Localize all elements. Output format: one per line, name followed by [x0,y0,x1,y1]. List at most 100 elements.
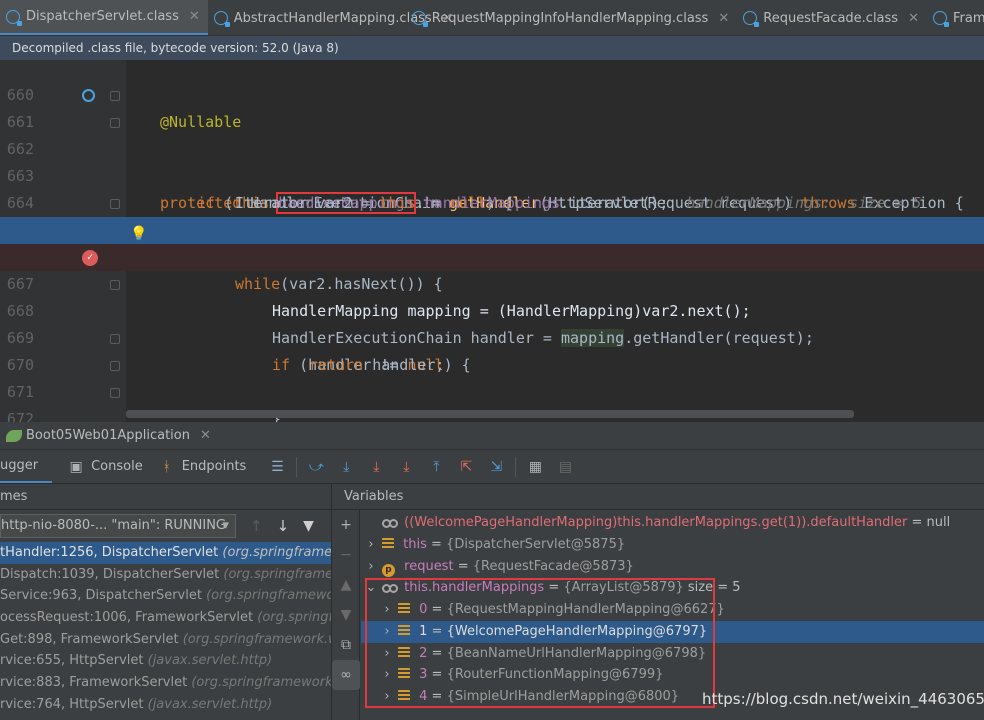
collapse-arrow-icon[interactable]: ⌄ [364,577,378,599]
move-up-icon[interactable]: ▲ [332,570,360,600]
thread-row: http-nio-8080-... "main": RUNNING ↑ ↓ ▼ [0,510,331,542]
fold-icon[interactable] [110,118,120,128]
code-line-662[interactable]: 662 if (this.handlerMappings != null) { [0,109,984,214]
tab-framework-servlet[interactable]: FrameworkS [927,0,984,35]
variable-value: {RequestMappingHandlerMapping@6627} [446,602,725,617]
move-down-icon[interactable]: ▼ [332,600,360,630]
frames-title: mes [0,484,331,510]
thread-selector[interactable]: http-nio-8080-... "main": RUNNING [0,514,236,538]
layout-menu-icon[interactable]: ☰ [269,459,285,475]
variables-panel: Variables + − ▲ ▼ ⧉ ∞ ((WelcomePageHandl… [332,484,984,720]
trace-icon[interactable]: ▤ [557,459,573,475]
filter-icon[interactable]: ▼ [303,518,314,534]
field-icon [398,603,410,615]
stack-frame[interactable]: Get:898, FrameworkServlet (org.springfra… [0,629,331,651]
implements-gutter-icon[interactable] [82,89,95,102]
code-line-667-breakpoint[interactable]: 667 ✓ HandlerExecutionChain handler = ma… [0,244,984,347]
run-to-cursor-icon[interactable]: ⇲ [488,459,504,475]
list-item[interactable]: › 4 = {SimpleUrlHandlerMapping@6800} [380,686,679,708]
variable-name: 3 [419,667,428,682]
stack-frame[interactable]: rvice:764, HttpServlet (javax.servlet.ht… [0,694,331,716]
code-line-660[interactable]: 660 @Nullable [0,60,984,131]
tab-request-facade[interactable]: RequestFacade.class ✕ [737,0,927,35]
tab-console[interactable]: ▣ Console [68,459,143,475]
drop-frame-icon[interactable]: ⇱ [458,459,474,475]
tab-debugger[interactable]: ugger [0,450,53,483]
code-line-666-current[interactable]: 666 💡 HandlerMapping mapping = (HandlerM… [0,217,984,320]
code-line-671[interactable]: 671 } [0,352,984,401]
watch-row[interactable]: ((WelcomePageHandlerMapping)this.handler… [364,512,950,534]
list-item[interactable]: › 0 = {RequestMappingHandlerMapping@6627… [380,599,725,621]
tab-dispatcher-servlet[interactable]: DispatcherServlet.class ✕ [0,0,208,35]
code-editor[interactable]: 660 @Nullable 661 protected HandlerExecu… [0,60,984,422]
fold-icon[interactable] [110,91,120,101]
stack-frame[interactable]: Dispatch:1039, DispatcherServlet (org.sp… [0,564,331,586]
evaluate-expression-icon[interactable]: ▦ [527,459,543,475]
step-into-icon[interactable]: ⤓ [368,459,384,475]
expand-arrow-icon[interactable]: › [380,686,394,708]
expand-arrow-icon[interactable]: › [380,599,394,621]
code-line-669[interactable]: 669 return handler; [0,298,984,374]
variable-name: 0 [419,602,428,617]
fold-icon[interactable] [110,334,120,344]
tab-label: Console [91,459,143,474]
list-item[interactable]: › 2 = {BeanNameUrlHandlerMapping@6798} [380,643,706,665]
code-line-661[interactable]: 661 protected HandlerExecutionChain getH… [0,82,984,212]
fold-icon[interactable] [110,199,120,209]
show-execution-point-icon[interactable]: ⤻ [308,459,324,475]
fold-icon[interactable] [110,280,120,290]
step-over-icon[interactable]: ⤓ [338,459,354,475]
close-icon[interactable]: ✕ [718,11,729,26]
expand-arrow-icon[interactable]: › [364,534,378,556]
variable-row-handler-mappings[interactable]: ⌄ this.handlerMappings = {ArrayList@5879… [364,577,741,599]
tab-abstract-handler-mapping[interactable]: AbstractHandlerMapping.class ✕ [208,0,453,35]
variable-row-request[interactable]: › p request = {RequestFacade@5873} [364,556,634,578]
class-file-icon [213,11,230,27]
variable-name: this [403,537,427,552]
code-line-664[interactable]: 664 [0,163,984,212]
list-item[interactable]: › 3 = {RouterFunctionMapping@6799} [380,664,663,686]
debugger-toolbar: ugger ▣ Console ᚼ Endpoints ☰ ⤻ ⤓ ⤓ ⤓ ⤒ ⇱ … [0,450,984,484]
step-out-icon[interactable]: ⤒ [428,459,444,475]
up-arrow-icon[interactable]: ↑ [250,517,263,535]
stack-frame[interactable]: rvice:655, HttpServlet (javax.servlet.ht… [0,650,331,672]
close-icon[interactable]: ✕ [189,9,200,24]
fold-icon[interactable] [110,361,120,371]
expand-arrow-icon[interactable]: › [364,556,378,578]
code-line-668[interactable]: 668 if (handler != null) { [0,271,984,374]
list-item-selected[interactable]: › 1 = {WelcomePageHandlerMapping@6797} [361,621,984,643]
expand-arrow-icon[interactable]: › [380,643,394,665]
expand-arrow-icon[interactable]: › [380,621,394,643]
breakpoint-icon[interactable]: ✓ [82,250,98,266]
down-arrow-icon[interactable]: ↓ [277,517,290,535]
watches-toggle-icon[interactable]: ∞ [332,660,360,690]
tab-label: RequestMappingInfoHandlerMapping.class [431,10,709,26]
code-line-665[interactable]: 665 while(var2.hasNext()) { [0,190,984,293]
add-watch-icon[interactable]: + [332,510,360,540]
stack-frame[interactable]: tHandler:1256, DispatcherServlet (org.sp… [0,542,331,564]
fold-icon[interactable] [110,388,120,398]
stack-frame[interactable]: rvice:883, FrameworkServlet (org.springf… [0,672,331,694]
stack-frame[interactable]: ocessRequest:1006, FrameworkServlet (org… [0,607,331,629]
close-icon[interactable]: ✕ [200,428,211,443]
expand-arrow-icon[interactable]: › [380,664,394,686]
decompiled-info-bar: Decompiled .class file, bytecode version… [0,36,984,60]
horizontal-scrollbar[interactable] [126,410,854,418]
run-config-tab[interactable]: Boot05Web01Application [26,428,190,443]
variable-value: {BeanNameUrlHandlerMapping@6798} [446,646,707,661]
editor-tab-bar: DispatcherServlet.class ✕ AbstractHandle… [0,0,984,36]
variable-row-this[interactable]: › this = {DispatcherServlet@5875} [364,534,625,556]
close-icon[interactable]: ✕ [908,11,919,26]
watch-value: = null [907,515,951,530]
force-step-into-icon[interactable]: ⤓ [398,459,414,475]
code-line-670[interactable]: 670 } [0,325,984,422]
tab-request-mapping-info-handler-mapping[interactable]: RequestMappingInfoHandlerMapping.class ✕ [406,0,738,35]
code-line-663[interactable]: 663 Iterator var2 = this.handlerMappings… [0,136,984,212]
code-line-672[interactable]: 672 } [0,379,984,422]
tab-endpoints[interactable]: ᚼ Endpoints [159,459,247,475]
tab-label: Endpoints [181,459,247,474]
stack-frame[interactable]: Service:963, DispatcherServlet (org.spri… [0,585,331,607]
variable-name: 2 [419,646,428,661]
remove-watch-icon[interactable]: − [332,540,360,570]
copy-icon[interactable]: ⧉ [332,630,360,660]
